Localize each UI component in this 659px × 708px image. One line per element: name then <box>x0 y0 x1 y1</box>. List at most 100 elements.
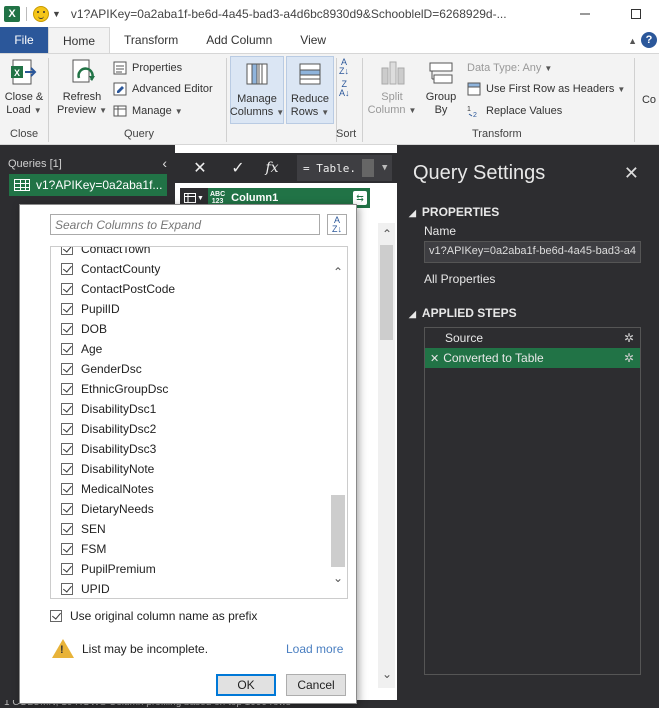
group-by-button[interactable]: Group By <box>422 58 460 117</box>
step-settings-gear-icon[interactable]: ✲ <box>624 331 634 345</box>
column-option[interactable]: PupilID <box>51 299 329 319</box>
expand-column-icon[interactable]: ⇆ <box>353 191 367 205</box>
column-option[interactable]: ContactPostCode <box>51 279 329 299</box>
ok-button[interactable]: OK <box>216 674 276 696</box>
reduce-rows-button[interactable]: Reduce Rows ▼ <box>286 56 334 124</box>
replace-values-button[interactable]: 12 Replace Values <box>467 101 562 121</box>
sort-descending-icon[interactable]: Z A↓ <box>339 80 350 98</box>
column-checkbox[interactable] <box>61 563 73 575</box>
minimize-icon[interactable] <box>562 0 608 27</box>
close-icon[interactable]: ✕ <box>624 163 639 184</box>
scroll-down-arrow-icon[interactable]: ⌄ <box>380 667 394 681</box>
column-type-icon[interactable]: ABC 123 <box>210 191 225 205</box>
commit-formula-icon[interactable]: ✓ <box>223 157 253 179</box>
tab-home[interactable]: Home <box>48 27 111 53</box>
load-more-link[interactable]: Load more <box>286 642 343 656</box>
sort-columns-icon[interactable]: A Z↓ <box>327 214 347 235</box>
formula-input[interactable]: = Table. ▼ <box>297 155 392 181</box>
column-option[interactable]: ContactTown <box>51 246 329 259</box>
formula-expand-chevron-icon[interactable]: ▼ <box>382 163 387 173</box>
all-properties-link[interactable]: All Properties <box>424 272 495 286</box>
step-settings-gear-icon[interactable]: ✲ <box>624 351 634 365</box>
preview-vertical-scrollbar[interactable]: ⌃ ⌄ <box>378 223 395 688</box>
ribbon-collapse-caret-icon[interactable]: ▲ <box>628 36 637 46</box>
column-checkbox[interactable] <box>61 443 73 455</box>
maximize-icon[interactable] <box>613 0 659 27</box>
column-option[interactable]: Age <box>51 339 329 359</box>
tab-file[interactable]: File <box>0 27 48 53</box>
prefix-option[interactable]: Use original column name as prefix <box>50 609 257 623</box>
column-option[interactable]: DisabilityDsc3 <box>51 439 329 459</box>
split-column-button[interactable]: Split Column ▼ <box>368 58 416 117</box>
column-checkbox[interactable] <box>61 403 73 415</box>
tab-transform[interactable]: Transform <box>110 27 192 53</box>
feedback-smiley-icon[interactable] <box>33 5 49 22</box>
group-by-label-2: By <box>434 104 448 116</box>
prefix-checkbox[interactable] <box>50 610 62 622</box>
column-checkbox[interactable] <box>61 263 73 275</box>
properties-button[interactable]: Properties <box>113 58 182 78</box>
column-option[interactable]: UPID <box>51 579 329 598</box>
combine-button-partial[interactable]: Co <box>638 94 659 107</box>
column-checkbox[interactable] <box>61 343 73 355</box>
column-checkbox[interactable] <box>61 523 73 535</box>
column-option[interactable]: FSM <box>51 539 329 559</box>
column-option[interactable]: DOB <box>51 319 329 339</box>
column-option[interactable]: PupilPremium <box>51 559 329 579</box>
step-source[interactable]: Source ✲ <box>425 328 640 348</box>
ribbon-separator <box>634 58 635 142</box>
column-checkbox[interactable] <box>61 483 73 495</box>
function-fx-icon[interactable]: fx <box>257 157 287 179</box>
collapse-chevron-icon[interactable]: ‹ <box>162 155 167 171</box>
column-option[interactable]: DietaryNeeds <box>51 499 329 519</box>
column-option[interactable]: ContactCounty <box>51 259 329 279</box>
preview-scroll-thumb[interactable] <box>380 245 393 340</box>
use-first-row-headers-button[interactable]: Use First Row as Headers ▼ <box>467 79 625 99</box>
column-checkbox[interactable] <box>61 543 73 555</box>
column-checkbox[interactable] <box>61 583 73 595</box>
cancel-button[interactable]: Cancel <box>286 674 346 696</box>
scroll-up-arrow-icon[interactable]: ⌃ <box>331 265 345 279</box>
column-checkbox[interactable] <box>61 323 73 335</box>
columns-list-scrollbar[interactable]: ⌃ ⌄ <box>329 247 347 598</box>
column-checkbox[interactable] <box>61 363 73 375</box>
cancel-formula-icon[interactable]: ✕ <box>185 157 215 179</box>
column-option-label: ContactTown <box>81 246 151 256</box>
tab-view[interactable]: View <box>286 27 340 53</box>
close-load-button[interactable]: X Close & Load ▼ <box>4 58 44 117</box>
column-option[interactable]: MedicalNotes <box>51 479 329 499</box>
column-checkbox[interactable] <box>61 303 73 315</box>
manage-button[interactable]: Manage ▼ <box>113 101 183 121</box>
tab-add-column[interactable]: Add Column <box>192 27 286 53</box>
column-option[interactable]: DisabilityDsc2 <box>51 419 329 439</box>
column-option[interactable]: SEN <box>51 519 329 539</box>
column-option[interactable]: DisabilityNote <box>51 459 329 479</box>
column-checkbox[interactable] <box>61 423 73 435</box>
advanced-editor-button[interactable]: Advanced Editor <box>113 79 213 99</box>
manage-columns-icon <box>242 60 272 90</box>
sort-ascending-icon[interactable]: A Z↓ <box>339 58 349 76</box>
properties-section-header[interactable]: ◢ PROPERTIES <box>409 205 499 219</box>
scroll-up-arrow-icon[interactable]: ⌃ <box>380 227 394 241</box>
query-item[interactable]: v1?APIKey=0a2aba1f... <box>9 174 167 196</box>
columns-list-scroll-thumb[interactable] <box>331 495 345 567</box>
help-icon[interactable]: ? <box>641 32 657 48</box>
query-name-input[interactable]: v1?APIKey=0a2aba1f-be6d-4a45-bad3-a4 <box>424 241 641 263</box>
refresh-preview-button[interactable]: Refresh Preview ▼ <box>56 58 108 117</box>
manage-columns-button[interactable]: Manage Columns ▼ <box>230 56 284 124</box>
scroll-down-arrow-icon[interactable]: ⌄ <box>331 571 345 585</box>
column-checkbox[interactable] <box>61 247 73 255</box>
search-columns-input[interactable]: Search Columns to Expand <box>50 214 320 235</box>
delete-step-icon[interactable]: ✕ <box>430 352 439 365</box>
column-checkbox[interactable] <box>61 463 73 475</box>
column-checkbox[interactable] <box>61 283 73 295</box>
column-option[interactable]: EthnicGroupDsc <box>51 379 329 399</box>
applied-steps-section-header[interactable]: ◢ APPLIED STEPS <box>409 306 517 320</box>
column-checkbox[interactable] <box>61 503 73 515</box>
column-checkbox[interactable] <box>61 383 73 395</box>
column-option[interactable]: DisabilityDsc1 <box>51 399 329 419</box>
data-type-dropdown[interactable]: Data Type: Any ▼ <box>467 58 552 78</box>
column-option[interactable]: GenderDsc <box>51 359 329 379</box>
quick-access-caret-icon[interactable]: ▼ <box>52 9 61 19</box>
step-converted-to-table[interactable]: ✕ Converted to Table ✲ <box>425 348 640 368</box>
